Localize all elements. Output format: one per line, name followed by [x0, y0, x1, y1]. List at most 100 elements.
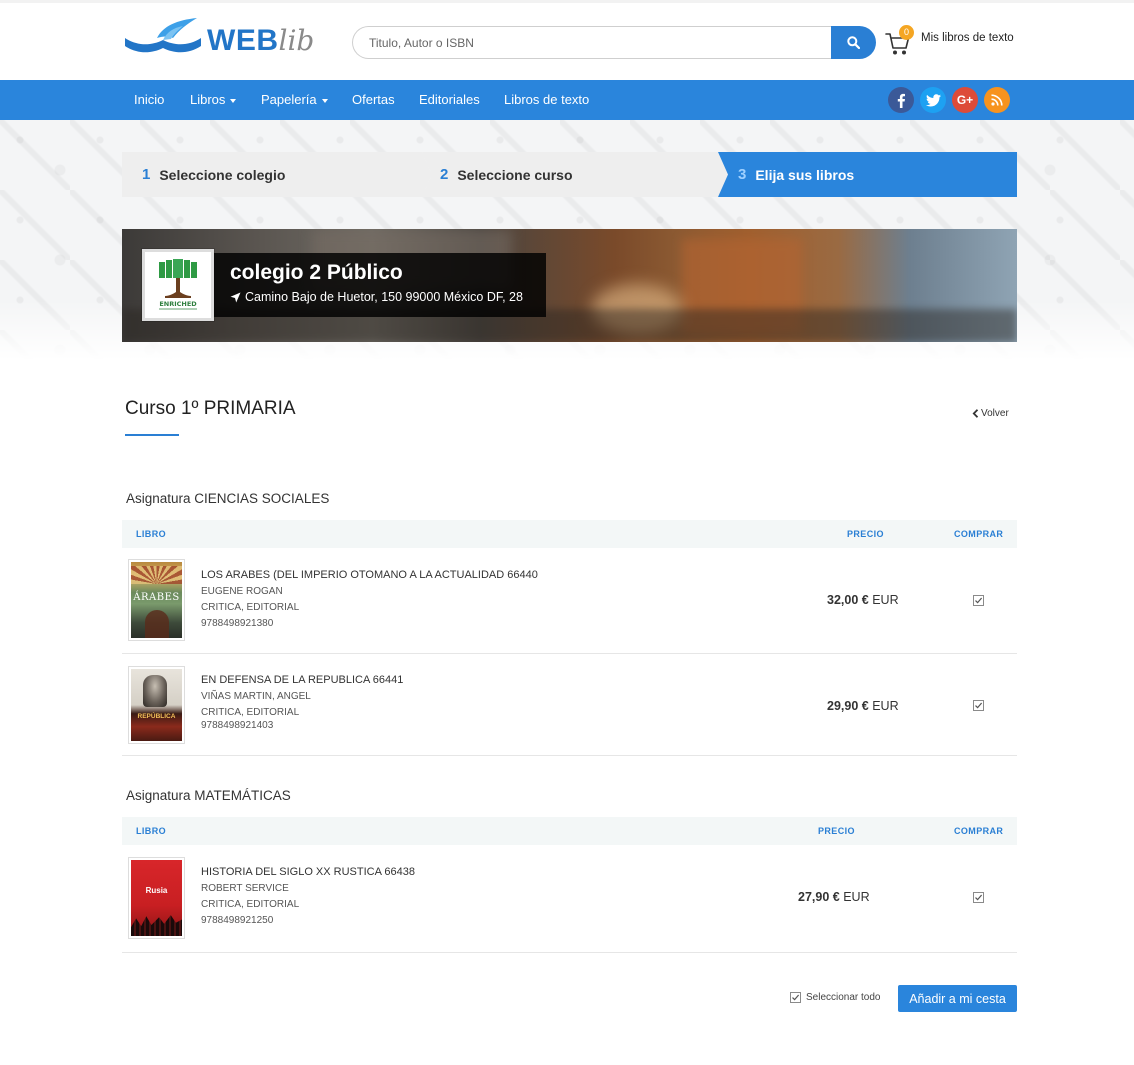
school-logo: ENRICHED	[142, 249, 214, 321]
school-banner: ENRICHED colegio 2 Público Camino Bajo d…	[122, 229, 1017, 342]
book-title[interactable]: HISTORIA DEL SIGLO XX RUSTICA 66438	[201, 866, 415, 878]
nav-item-ofertas[interactable]: Ofertas	[352, 80, 395, 120]
title-underline	[125, 434, 179, 436]
cart-link[interactable]: 0 Mis libros de texto	[885, 25, 1025, 57]
step-label: Seleccione curso	[457, 166, 573, 183]
column-header-book: LIBRO	[136, 826, 166, 836]
book-publisher: CRITICA, EDITORIAL	[201, 602, 300, 613]
step-choose-books[interactable]: 3 Elija sus libros	[718, 152, 1017, 197]
check-icon	[975, 702, 983, 709]
book-isbn: 9788498921403	[201, 720, 274, 731]
school-tree-logo-icon: ENRICHED	[159, 259, 197, 310]
nav-item-papeleria-label: Papelería	[261, 92, 317, 107]
select-all-toggle[interactable]: Seleccionar todo	[790, 992, 881, 1003]
book-cover-text: Rusia	[145, 886, 168, 895]
nav-item-editoriales[interactable]: Editoriales	[419, 80, 480, 120]
buy-checkbox[interactable]	[973, 595, 984, 606]
book-price: 29,90 € EUR	[827, 699, 899, 713]
twitter-icon[interactable]	[920, 87, 946, 113]
nav-item-libros-de-texto[interactable]: Libros de texto	[504, 80, 589, 120]
column-header-buy: COMPRAR	[954, 826, 1004, 836]
school-name: colegio 2 Público	[230, 261, 403, 284]
book-price-amount: 32,00 €	[827, 593, 869, 607]
book-price-currency: EUR	[843, 890, 870, 904]
school-address: Camino Bajo de Huetor, 150 99000 México …	[230, 290, 523, 304]
book-price: 27,90 € EUR	[798, 890, 870, 904]
chevron-left-icon	[972, 409, 979, 418]
search-icon	[847, 36, 860, 49]
book-price-amount: 29,90 €	[827, 699, 869, 713]
column-header-price: PRECIO	[818, 826, 855, 836]
step-number: 1	[142, 166, 151, 183]
step-select-school[interactable]: 1 Seleccione colegio	[122, 152, 432, 197]
book-price: 32,00 € EUR	[827, 593, 899, 607]
add-to-cart-button[interactable]: Añadir a mi cesta	[898, 985, 1017, 1012]
school-address-text: Camino Bajo de Huetor, 150 99000 México …	[245, 290, 523, 304]
logo-wordmark: WEBlib	[207, 24, 314, 58]
cart-count-badge: 0	[899, 25, 914, 40]
location-arrow-icon	[230, 292, 241, 302]
book-title[interactable]: LOS ARABES (DEL IMPERIO OTOMANO A LA ACT…	[201, 569, 538, 581]
nav-item-inicio[interactable]: Inicio	[134, 80, 164, 120]
book-author: EUGENE ROGAN	[201, 586, 283, 597]
book-author: VIÑAS MARTIN, ANGEL	[201, 691, 311, 702]
book-price-amount: 27,90 €	[798, 890, 840, 904]
nav-item-libros-label: Libros	[190, 92, 226, 107]
book-title[interactable]: EN DEFENSA DE LA REPUBLICA 66441	[201, 674, 403, 686]
back-link[interactable]: Volver	[972, 408, 1009, 419]
column-header-price: PRECIO	[847, 529, 884, 539]
caret-down-icon	[230, 98, 237, 103]
books-table-header: LIBRO PRECIO COMPRAR	[122, 817, 1017, 845]
book-publisher: CRITICA, EDITORIAL	[201, 899, 300, 910]
book-price-currency: EUR	[872, 593, 899, 607]
step-select-course[interactable]: 2 Seleccione curso	[422, 152, 728, 197]
book-cover-text: ÁRABES	[133, 592, 180, 603]
course-title: Curso 1º PRIMARIA	[125, 398, 296, 419]
step-number: 3	[738, 166, 747, 183]
column-header-buy: COMPRAR	[954, 529, 1004, 539]
book-price-currency: EUR	[872, 699, 899, 713]
back-link-label: Volver	[981, 408, 1009, 419]
nav-item-libros[interactable]: Libros	[190, 80, 237, 120]
school-info-box: colegio 2 Público Camino Bajo de Huetor,…	[214, 253, 546, 317]
nav-item-papeleria[interactable]: Papelería	[261, 80, 328, 120]
step-label: Seleccione colegio	[159, 166, 286, 183]
google-plus-icon[interactable]: G+	[952, 87, 978, 113]
books-table-header: LIBRO PRECIO COMPRAR	[122, 520, 1017, 548]
caret-down-icon	[321, 98, 328, 103]
logo-lib: lib	[278, 24, 315, 57]
buy-checkbox[interactable]	[973, 892, 984, 903]
search-button[interactable]	[831, 26, 876, 59]
book-cover[interactable]: Rusia	[128, 857, 185, 939]
weblib-logo[interactable]: WEBlib	[123, 16, 314, 60]
book-cover[interactable]: REPÚBLICA	[128, 666, 185, 744]
book-cover[interactable]: ÁRABES	[128, 559, 185, 641]
search-bar	[352, 26, 876, 59]
column-header-book: LIBRO	[136, 529, 166, 539]
school-logo-text: ENRICHED	[159, 300, 197, 308]
check-icon	[975, 597, 983, 604]
buy-checkbox[interactable]	[973, 700, 984, 711]
book-author: ROBERT SERVICE	[201, 883, 289, 894]
main-nav: Inicio Libros Papelería Ofertas Editoria…	[0, 80, 1134, 120]
book-bird-icon	[125, 18, 201, 53]
check-icon	[975, 894, 983, 901]
subject-title: Asignatura MATEMÁTICAS	[126, 788, 291, 803]
step-label: Elija sus libros	[755, 166, 855, 183]
logo-web: WEB	[207, 24, 279, 57]
rss-icon[interactable]	[984, 87, 1010, 113]
checkout-steps: 1 Seleccione colegio 2 Seleccione curso …	[122, 152, 1017, 197]
select-all-checkbox[interactable]	[790, 992, 801, 1003]
search-input[interactable]	[352, 26, 834, 59]
book-row: ÁRABES LOS ARABES (DEL IMPERIO OTOMANO A…	[122, 548, 1017, 654]
step-number: 2	[440, 166, 449, 183]
book-row: REPÚBLICA EN DEFENSA DE LA REPUBLICA 664…	[122, 654, 1017, 756]
subject-title: Asignatura CIENCIAS SOCIALES	[126, 491, 330, 506]
cart-label: Mis libros de texto	[921, 32, 1014, 44]
book-row: Rusia HISTORIA DEL SIGLO XX RUSTICA 6643…	[122, 845, 1017, 953]
facebook-icon[interactable]	[888, 87, 914, 113]
book-isbn: 9788498921380	[201, 618, 274, 629]
book-publisher: CRITICA, EDITORIAL	[201, 707, 300, 718]
check-icon	[792, 994, 800, 1001]
book-cover-text: REPÚBLICA	[137, 713, 176, 720]
